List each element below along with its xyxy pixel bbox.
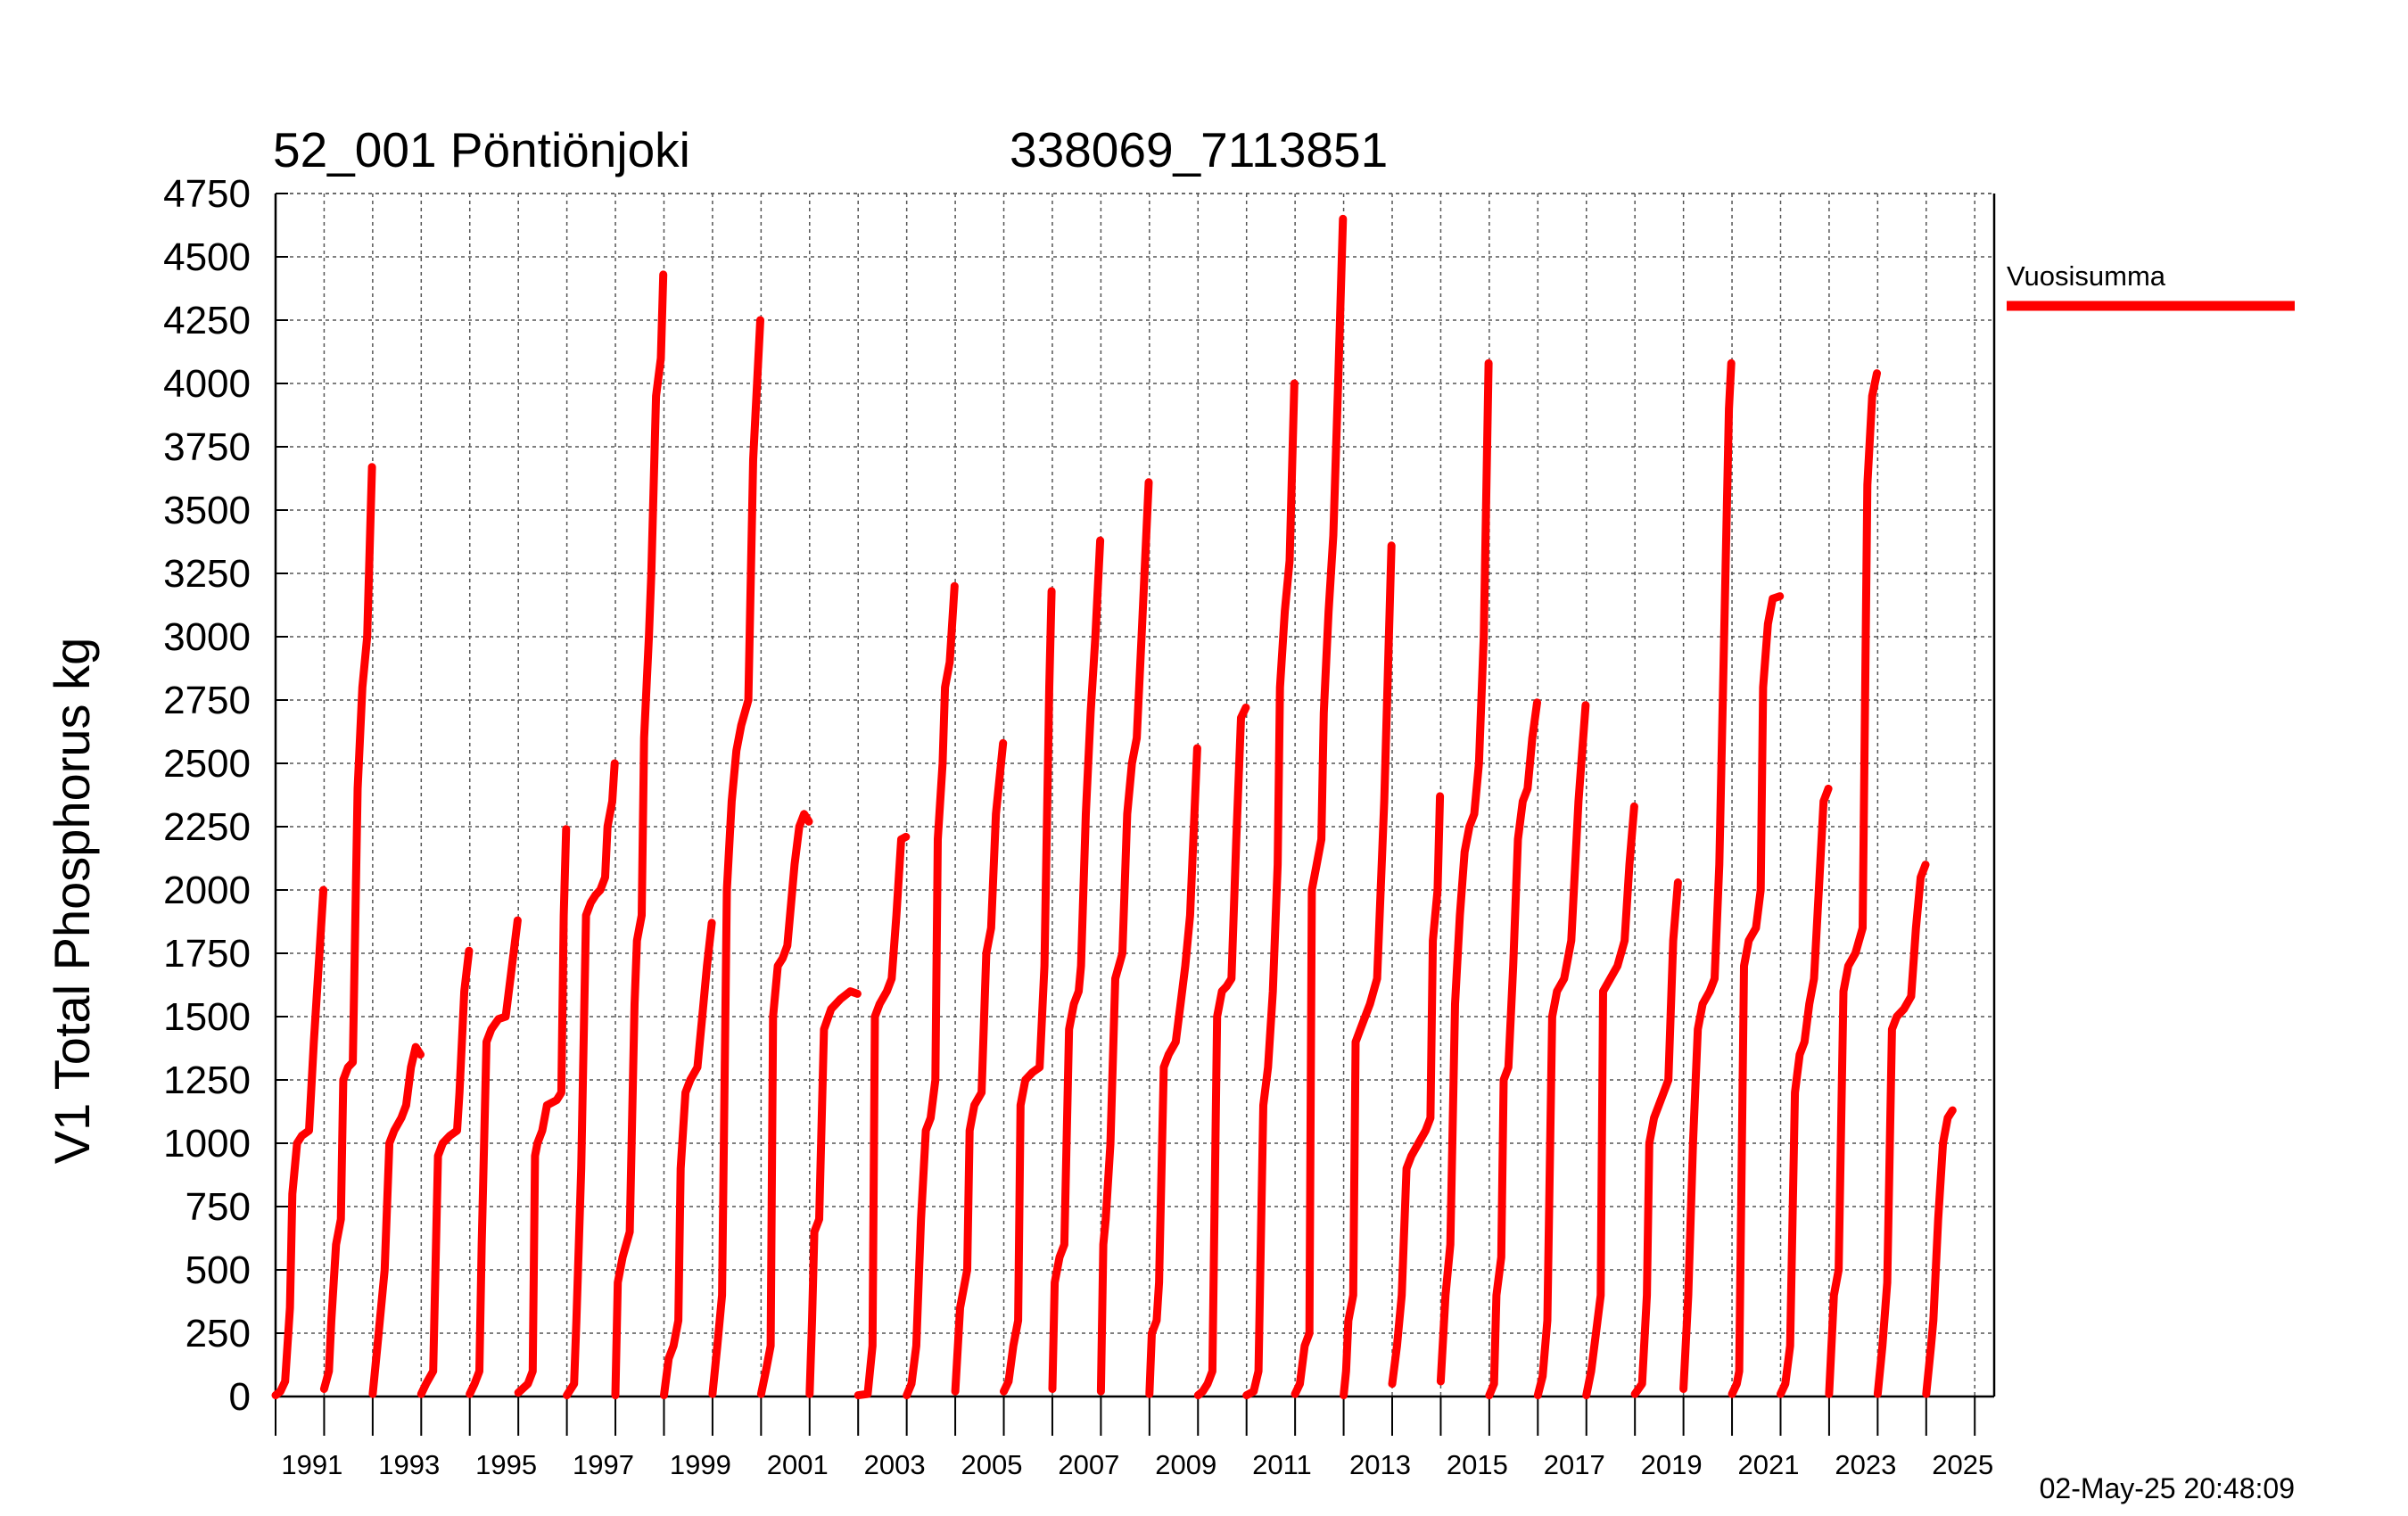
series-line-2015	[1485, 698, 1541, 1400]
series-line-2000	[756, 810, 813, 1398]
chart-title-right: 338069_7113851	[1010, 122, 1388, 177]
series-line-2024	[1922, 1106, 1957, 1398]
series-line-2023	[1873, 861, 1930, 1398]
y-tick-label: 3250	[163, 552, 251, 596]
x-tick-label: 2009	[1155, 1449, 1216, 1480]
y-tick-label: 1750	[163, 932, 251, 976]
x-tick-label: 1995	[475, 1449, 537, 1480]
y-tick-label: 4750	[163, 172, 251, 216]
y-tick-label: 4000	[163, 362, 251, 406]
series-line-2022	[1825, 369, 1881, 1398]
x-tick-label: 2019	[1641, 1449, 1703, 1480]
y-tick-label: 3750	[163, 425, 251, 469]
y-tick-label: 2750	[163, 679, 251, 722]
x-tick-label: 2001	[767, 1449, 829, 1480]
series-line-2011	[1291, 214, 1348, 1398]
series-line-2005	[1000, 587, 1056, 1396]
x-tick-label: 1997	[573, 1449, 634, 1480]
series-line-1997	[611, 270, 668, 1400]
series-line-1995	[514, 825, 571, 1397]
y-axis-label: V1 Total Phosphorus kg	[44, 638, 100, 1164]
y-tick-label: 750	[186, 1185, 251, 1229]
x-tick-label: 2025	[1932, 1449, 1993, 1480]
series-line-2002	[854, 832, 911, 1400]
x-tick-label: 2007	[1058, 1449, 1119, 1480]
series-line-2004	[951, 738, 1008, 1396]
series-line-1992	[368, 1042, 425, 1398]
y-tick-label: 1500	[163, 995, 251, 1039]
y-tick-label: 0	[229, 1375, 251, 1419]
series-lines	[271, 214, 1957, 1400]
series-line-2019	[1679, 358, 1736, 1393]
series-line-1994	[466, 916, 522, 1398]
y-tick-label: 3500	[163, 489, 251, 532]
y-tick-label: 1000	[163, 1122, 251, 1166]
x-tick-label: 1991	[281, 1449, 342, 1480]
series-line-1998	[660, 919, 716, 1400]
timestamp: 02-May-25 20:48:09	[2040, 1472, 2295, 1504]
legend-label: Vuosisumma	[2007, 260, 2166, 292]
series-line-2018	[1630, 878, 1682, 1398]
y-tick-label: 2500	[163, 742, 251, 786]
y-tick-label: 4250	[163, 299, 251, 342]
series-line-2013	[1388, 792, 1445, 1388]
x-tick-label: 2005	[961, 1449, 1023, 1480]
series-line-1991	[319, 463, 376, 1393]
series-line-2021	[1777, 784, 1833, 1398]
y-tick-label: 4500	[163, 235, 251, 279]
series-line-2003	[903, 581, 959, 1400]
x-tick-label: 2011	[1252, 1449, 1312, 1480]
series-line-2008	[1145, 744, 1201, 1398]
x-tick-label: 2013	[1349, 1449, 1411, 1480]
y-tick-label: 250	[186, 1312, 251, 1355]
series-line-2016	[1533, 701, 1590, 1400]
y-tick-label: 3000	[163, 615, 251, 659]
series-line-2007	[1096, 478, 1153, 1396]
x-tick-label: 2023	[1835, 1449, 1896, 1480]
x-tick-label: 1999	[670, 1449, 731, 1480]
x-tick-label: 2017	[1544, 1449, 1605, 1480]
x-tick-label: 2015	[1447, 1449, 1508, 1480]
series-line-2020	[1728, 592, 1785, 1398]
y-tick-label: 1250	[163, 1059, 251, 1102]
y-tick-label: 2000	[163, 869, 251, 912]
series-line-2009	[1193, 704, 1250, 1400]
series-line-1999	[708, 316, 764, 1398]
y-tick-label: 500	[186, 1248, 251, 1292]
series-line-2006	[1048, 536, 1105, 1393]
x-tick-label: 2003	[864, 1449, 926, 1480]
series-line-2014	[1436, 358, 1493, 1386]
x-tick-label: 1993	[378, 1449, 440, 1480]
y-axis-ticks: 0 250 500 750 1000 1250 1500 1750 2000 2250 2500 27…	[163, 172, 288, 1419]
series-line-2017	[1582, 802, 1638, 1400]
x-tick-label: 2021	[1737, 1449, 1799, 1480]
y-tick-label: 2250	[163, 805, 251, 849]
x-axis-ticks: 1991 1993 1995 1997 1999 2001 2003 2005 2007 2009…	[275, 1397, 1993, 1480]
series-line-2012	[1340, 541, 1396, 1400]
chart-title-left: 52_001 Pöntiönjoki	[273, 122, 690, 177]
chart: 0 250 500 750 1000 1250 1500 1750 2000 2250 2500 27…	[44, 122, 2295, 1504]
